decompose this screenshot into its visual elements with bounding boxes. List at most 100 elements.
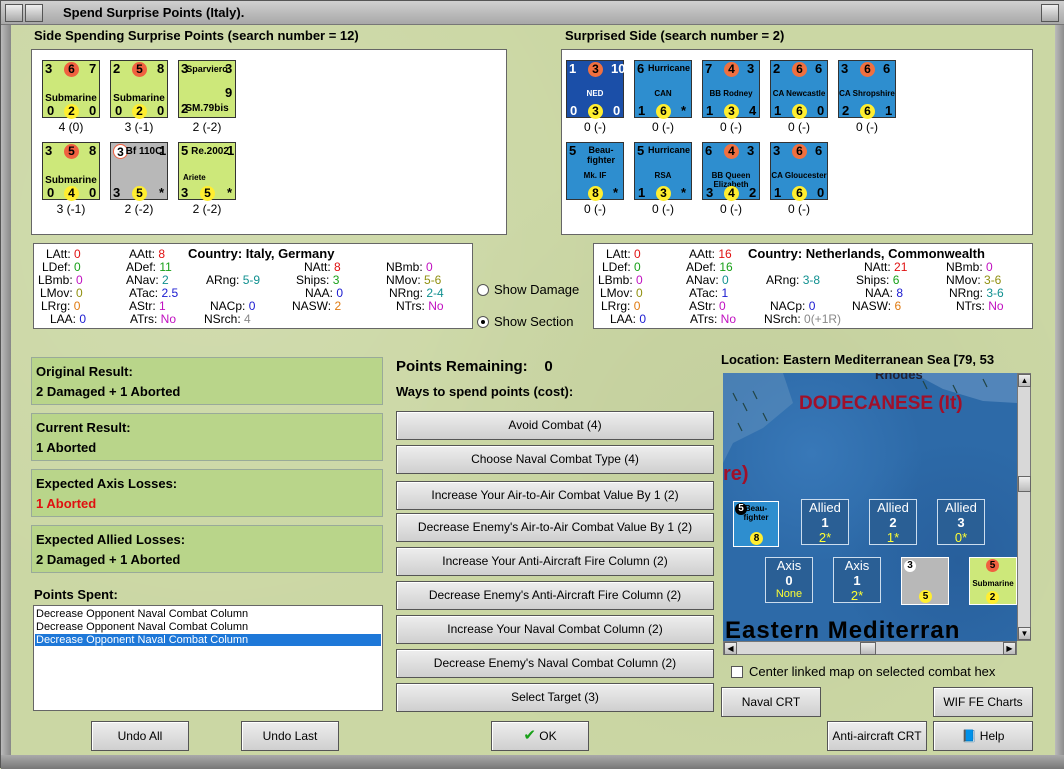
ok-label: OK <box>539 729 557 743</box>
map-counter-submarine[interactable]: 5 Submarine 2 <box>969 557 1017 605</box>
spend-action-button[interactable]: Increase Your Air-to-Air Combat Value By… <box>396 481 714 510</box>
stat-value: 16 <box>718 247 732 261</box>
list-item[interactable]: Decrease Opponent Naval Combat Column <box>36 621 248 633</box>
stat-value: 8 <box>334 260 341 274</box>
points-remaining-label: Points Remaining: <box>396 358 528 375</box>
help-button[interactable]: 📘 Help <box>933 721 1033 751</box>
stat-value: 0 <box>73 299 81 313</box>
spend-action-button[interactable]: Decrease Enemy's Anti-Aircraft Fire Colu… <box>396 581 714 610</box>
spend-action-button[interactable]: Select Target (3) <box>396 683 714 712</box>
unit-counter-submarine-2[interactable]: 2 5 8 Submarine 0 2 0 <box>110 60 168 119</box>
list-item-selected[interactable]: Decrease Opponent Naval Combat Column <box>35 634 381 646</box>
unit-counter-surprised[interactable]: 6 Hurricane CAN 1 6 * <box>634 60 692 119</box>
stat-value: 0 <box>74 260 81 274</box>
unit-counter-surprised[interactable]: 5 Beau-fighter Mk. IF 8 * <box>566 142 624 201</box>
counter-value: 3 <box>747 61 755 76</box>
counter-value: 2 <box>986 591 999 604</box>
center-linked-checkbox[interactable] <box>731 666 743 678</box>
naval-crt-button[interactable]: Naval CRT <box>721 687 821 717</box>
unit-counter-bf110c[interactable]: 3 Bf 110C 1 3 5 * <box>110 142 168 201</box>
scroll-up-icon[interactable]: ▲ <box>1018 374 1031 387</box>
minimize-button[interactable] <box>25 4 43 22</box>
scroll-left-icon[interactable]: ◀ <box>724 642 737 655</box>
spend-action-button[interactable]: Decrease Enemy's Air-to-Air Combat Value… <box>396 513 714 542</box>
undo-all-button[interactable]: Undo All <box>91 721 189 751</box>
map-horizontal-scrollbar[interactable]: ◀ ▶ <box>723 641 1017 655</box>
unit-counter-sm79[interactable]: 3 Sparviero 3 SM.79bis 2 9 <box>178 60 236 118</box>
undo-last-button[interactable]: Undo Last <box>241 721 339 751</box>
scroll-thumb[interactable] <box>860 642 876 655</box>
counter-value: 0 <box>47 185 55 200</box>
box-number: 2 <box>889 515 897 530</box>
scroll-down-icon[interactable]: ▼ <box>1018 627 1031 640</box>
ok-button[interactable]: ✔ OK <box>491 721 589 751</box>
show-section-label[interactable]: Show Section <box>494 314 574 329</box>
box-number: 1 <box>821 515 829 530</box>
show-damage-label[interactable]: Show Damage <box>494 282 579 297</box>
spend-action-button[interactable]: Choose Naval Combat Type (4) <box>396 445 714 474</box>
scroll-thumb[interactable] <box>1018 476 1031 492</box>
checkmark-icon: ✔ <box>523 727 536 744</box>
counter-value: 2 <box>749 185 757 200</box>
unit-counter-surprised[interactable]: 3 6 6 CA Shropshire 2 6 1 <box>838 60 896 119</box>
counter-value: 3 <box>45 61 53 76</box>
left-frame <box>1 25 11 755</box>
counter-points: 2 (-2) <box>192 202 222 216</box>
unit-counter-surprised[interactable]: 3 6 6 CA Gloucester 1 6 0 <box>770 142 828 201</box>
stat-value: 1 <box>159 299 166 313</box>
stat-value: 0 <box>336 286 344 300</box>
counter-points: 0 (-) <box>720 202 742 216</box>
counter-value: 5 <box>132 62 147 77</box>
counter-value: 6 <box>792 186 807 201</box>
anti-aircraft-crt-button[interactable]: Anti-aircraft CRT <box>827 721 927 751</box>
list-item[interactable]: Decrease Opponent Naval Combat Column <box>36 608 248 620</box>
unit-counter-surprised[interactable]: 2 6 6 CA Newcastle 1 6 0 <box>770 60 828 119</box>
center-linked-label[interactable]: Center linked map on selected combat hex <box>749 664 995 679</box>
stat-value: 5-9 <box>242 273 261 287</box>
unit-counter-surprised[interactable]: 1 3 10 NED 0 3 0 <box>566 60 625 119</box>
map-counter-bf110c[interactable]: 3 5 <box>901 557 949 605</box>
show-damage-radio[interactable] <box>477 284 489 296</box>
unit-counter-surprised[interactable]: 6 4 3 BB Queen Elizabeth 3 4 2 <box>702 142 760 201</box>
counter-value: 2 <box>181 101 189 116</box>
spend-action-button[interactable]: Increase Your Anti-Aircraft Fire Column … <box>396 547 714 576</box>
counter-subname: Hurricane <box>647 63 691 73</box>
system-menu-button[interactable] <box>5 4 23 22</box>
allied-box-1[interactable]: Allied 1 2* <box>801 499 849 545</box>
box-value: 2* <box>850 588 864 603</box>
map-counter-beaufighter[interactable]: 5 Beau-fighter 8 <box>733 501 779 547</box>
unit-counter-re2002[interactable]: 5 Re.2002 1 Ariete 3 5 * <box>178 142 236 201</box>
counter-points: 4 (0) <box>58 120 84 134</box>
stat-value: 0 <box>636 286 643 300</box>
axis-box-0[interactable]: Axis 0 None <box>765 557 813 603</box>
counter-value: 8 <box>588 186 603 201</box>
map-vertical-scrollbar[interactable]: ▲ ▼ <box>1017 373 1031 641</box>
stat-value: No <box>988 299 1004 313</box>
counter-value: 4 <box>749 103 757 118</box>
box-title: Allied <box>945 500 977 515</box>
stat-value: 8 <box>896 286 904 300</box>
spend-action-button[interactable]: Avoid Combat (4) <box>396 411 714 440</box>
spend-action-button[interactable]: Decrease Enemy's Naval Combat Column (2) <box>396 649 714 678</box>
points-spent-label: Points Spent: <box>34 587 118 602</box>
counter-value: 7 <box>705 61 713 76</box>
counter-value: 4 <box>724 62 739 77</box>
spend-action-button[interactable]: Increase Your Naval Combat Column (2) <box>396 615 714 644</box>
allied-box-3[interactable]: Allied 3 0* <box>937 499 985 545</box>
counter-value: 2 <box>842 103 850 118</box>
unit-counter-submarine-1[interactable]: 3 6 7 Submarine 0 2 0 <box>42 60 100 119</box>
stat-value: No <box>428 299 444 313</box>
close-button[interactable] <box>1041 4 1059 22</box>
counter-name: Mk. IF <box>583 171 607 180</box>
wif-fe-charts-button[interactable]: WIF FE Charts <box>933 687 1033 717</box>
allied-box-2[interactable]: Allied 2 1* <box>869 499 917 545</box>
points-spent-list[interactable]: Decrease Opponent Naval Combat Column De… <box>33 605 383 711</box>
counter-value: 2 <box>113 61 121 76</box>
map-view[interactable]: Rhodes DODECANESE (It) re) 5 Beau-fighte… <box>723 373 1017 641</box>
scroll-right-icon[interactable]: ▶ <box>1003 642 1016 655</box>
unit-counter-submarine-3[interactable]: 3 5 8 Submarine 0 4 0 <box>42 142 100 201</box>
unit-counter-surprised[interactable]: 5 Hurricane RSA 1 3 * <box>634 142 692 201</box>
axis-box-1[interactable]: Axis 1 2* <box>833 557 881 603</box>
show-section-radio[interactable] <box>477 316 489 328</box>
unit-counter-surprised[interactable]: 7 4 3 BB Rodney 1 3 4 <box>702 60 760 119</box>
